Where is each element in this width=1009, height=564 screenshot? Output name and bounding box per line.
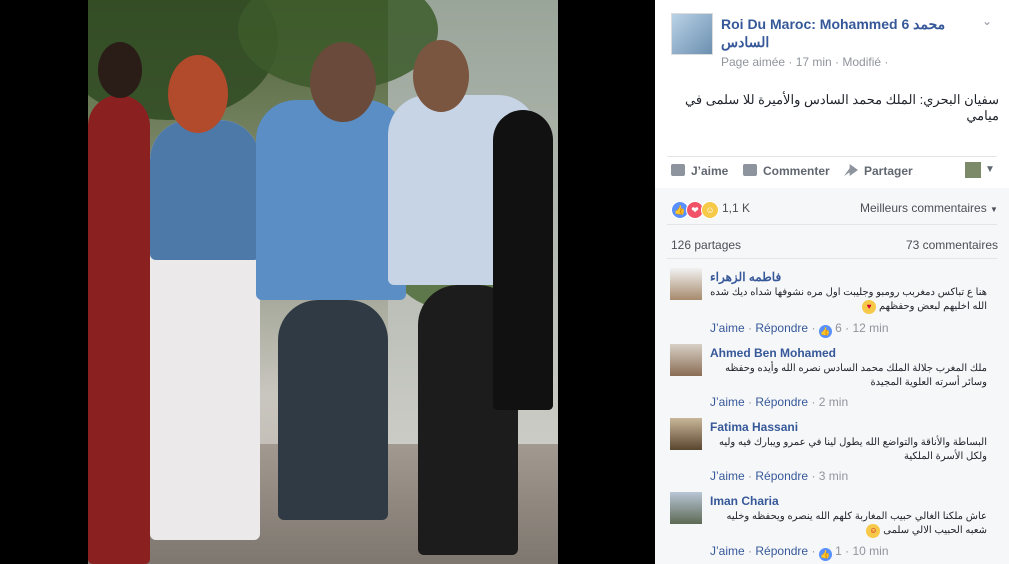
commenter-avatar[interactable] — [670, 344, 702, 376]
comment-like-count[interactable]: 1 — [835, 544, 842, 558]
post-side-panel: Roi Du Maroc: Mohammed 6 محمد السادس ⌄ P… — [655, 0, 1009, 564]
photo-person — [150, 120, 260, 260]
comment-like-link[interactable]: J’aime — [710, 395, 745, 409]
commenter-avatar[interactable] — [670, 268, 702, 300]
comments-count[interactable]: 73 commentaires — [906, 238, 998, 252]
comment-text: هنا ع تباكس دمغربب رومبو وجليبت اول مره … — [710, 286, 987, 314]
post-photo[interactable] — [88, 0, 558, 564]
post-as-avatar[interactable] — [965, 162, 981, 178]
photo-person-head — [413, 40, 469, 112]
post-caption: سفيان البحري: الملك محمد السادس والأميرة… — [685, 92, 999, 123]
speech-bubble-icon — [743, 164, 757, 176]
share-arrow-icon — [844, 164, 858, 176]
comment-sort-dropdown[interactable]: Meilleurs commentaires ▼ — [860, 201, 998, 215]
comment-text: البساطة والأناقة والتواضع الله يطول لينا… — [718, 437, 987, 462]
photo-viewer — [0, 0, 655, 564]
commenter-name[interactable]: Iman Charia — [710, 494, 779, 508]
comment-time[interactable]: 2 min — [819, 395, 848, 409]
comment-like-link[interactable]: J’aime — [710, 321, 745, 335]
photo-person — [88, 95, 150, 564]
haha-reaction-icon[interactable]: ☺ — [701, 201, 719, 219]
divider — [667, 156, 997, 157]
heart-eyes-emoji-icon: ♥ — [862, 300, 877, 314]
photo-person — [278, 300, 388, 520]
comment-meta: J’aime · Répondre · 👍 1 · 10 min — [710, 544, 889, 561]
caret-down-icon[interactable]: ▼ — [985, 164, 995, 175]
smile-emoji-icon: ☺ — [866, 524, 881, 538]
reaction-count[interactable]: 1,1 K — [722, 201, 750, 215]
comment-body: هنا ع تباكس دمغربب رومبو وجليبت اول مره … — [710, 287, 987, 312]
photo-person-head — [168, 55, 228, 133]
share-label: Partager — [864, 164, 913, 178]
chevron-down-icon[interactable]: ⌄ — [982, 14, 992, 28]
comment-reply-link[interactable]: Répondre — [755, 321, 808, 335]
post-meta: Page aimée · 17 min · Modifié · — [721, 55, 889, 69]
share-button[interactable]: Partager — [844, 164, 913, 178]
like-label: J’aime — [691, 164, 729, 178]
comment-time[interactable]: 10 min — [853, 544, 889, 558]
photo-person — [493, 110, 553, 410]
page-avatar[interactable] — [671, 13, 713, 55]
like-icon: 👍 — [818, 548, 832, 561]
comment-like-count[interactable]: 6 — [835, 321, 842, 335]
comment-label: Commenter — [763, 164, 830, 178]
photo-person-head — [310, 42, 376, 122]
like-button[interactable]: J’aime — [671, 164, 728, 178]
page-name-link[interactable]: Roi Du Maroc: Mohammed 6 محمد السادس — [721, 15, 991, 51]
commenter-name[interactable]: Fatima Hassani — [710, 420, 798, 434]
comment-time[interactable]: 3 min — [819, 469, 848, 483]
divider — [667, 224, 997, 225]
shares-count[interactable]: 126 partages — [671, 238, 741, 252]
comment-like-link[interactable]: J’aime — [710, 544, 745, 558]
thumbs-up-icon — [671, 164, 685, 176]
commenter-avatar[interactable] — [670, 418, 702, 450]
comment-button[interactable]: Commenter — [743, 164, 830, 178]
commenter-avatar[interactable] — [670, 492, 702, 524]
photo-person-head — [98, 42, 142, 98]
comment-text: عاش ملكنا الغالي حبيب المغاربة كلهم الله… — [710, 510, 987, 538]
comment-meta: J’aime · Répondre · 2 min — [710, 395, 849, 409]
commenter-name[interactable]: فاطمه الزهراء — [710, 270, 781, 284]
comment-reply-link[interactable]: Répondre — [755, 544, 808, 558]
like-icon: 👍 — [818, 325, 832, 338]
divider — [667, 258, 997, 259]
photo-person — [256, 100, 406, 300]
comment-meta: J’aime · Répondre · 3 min — [710, 469, 849, 483]
comment-meta: J’aime · Répondre · 👍 6 · 12 min — [710, 321, 889, 338]
comment-time[interactable]: 12 min — [853, 321, 889, 335]
comment-like-link[interactable]: J’aime — [710, 469, 745, 483]
comment-body: عاش ملكنا الغالي حبيب المغاربة كلهم الله… — [726, 511, 988, 536]
comment-reply-link[interactable]: Répondre — [755, 469, 808, 483]
comment-text: ملك المغرب جلالة الملك محمد السادس نصره … — [725, 363, 987, 388]
comment-sort-label: Meilleurs commentaires — [860, 201, 987, 215]
caret-down-icon: ▼ — [990, 205, 998, 214]
commenter-name[interactable]: Ahmed Ben Mohamed — [710, 346, 836, 360]
comment-reply-link[interactable]: Répondre — [755, 395, 808, 409]
